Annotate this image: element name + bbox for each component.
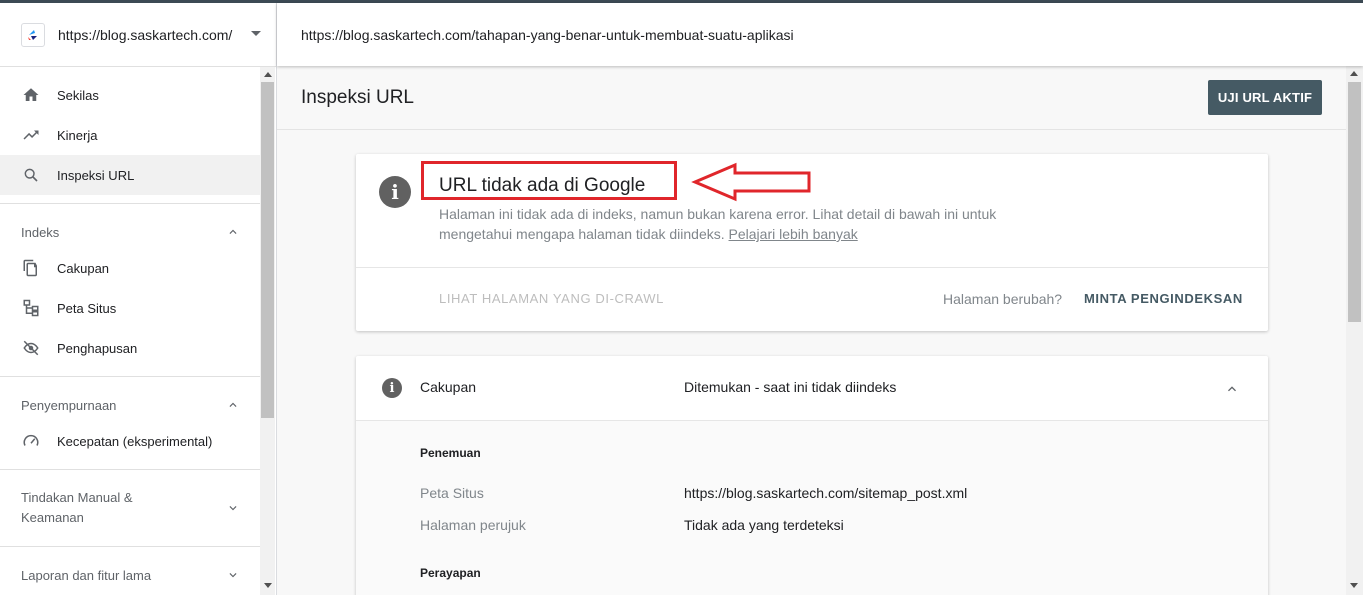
primary-nav: Sekilas Kinerja Inspeksi URL [0, 75, 276, 195]
chevron-down-icon [229, 573, 237, 578]
detail-key: Peta Situs [420, 485, 484, 501]
chevron-down-icon [229, 506, 237, 511]
chevron-up-icon[interactable] [1224, 381, 1240, 397]
coverage-status: Ditemukan - saat ini tidak diindeks [684, 379, 897, 395]
coverage-card: i Cakupan Ditemukan - saat ini tidak dii… [356, 356, 1268, 595]
page-changed-label: Halaman berubah? [943, 291, 1063, 307]
main-content: Inspeksi URL UJI URL AKTIF i URL tidak a… [277, 66, 1346, 595]
scroll-up-arrow-icon[interactable] [264, 72, 272, 77]
nav-label: Peta Situs [57, 300, 117, 316]
crawl-heading: Perayapan [420, 566, 481, 580]
detail-key: Halaman perujuk [420, 517, 526, 533]
section-title: Laporan dan fitur lama [21, 567, 152, 583]
detail-value: Tidak ada yang terdeteksi [684, 517, 844, 533]
coverage-label: Cakupan [420, 379, 477, 395]
sidebar-scrollbar-thumb[interactable] [261, 82, 274, 418]
coverage-header[interactable]: i Cakupan Ditemukan - saat ini tidak dii… [356, 356, 1268, 421]
nav-item-peta-situs[interactable]: Peta Situs [0, 288, 260, 328]
chevron-up-icon [229, 229, 237, 234]
nav-label: Inspeksi URL [57, 167, 135, 183]
sidebar: https://blog.saskartech.com/ Sekilas Kin… [0, 3, 277, 595]
status-description: Halaman ini tidak ada di indeks, namun b… [439, 204, 1019, 244]
nav-item-penghapusan[interactable]: Penghapusan [0, 328, 260, 368]
dropdown-caret-icon[interactable] [251, 31, 261, 36]
inspect-url-bar[interactable]: https://blog.saskartech.com/tahapan-yang… [277, 3, 1363, 66]
nav-item-cakupan[interactable]: Cakupan [0, 248, 260, 288]
divider [356, 267, 1268, 268]
nav-label: Kecepatan (eksperimental) [57, 433, 213, 449]
property-selector[interactable]: https://blog.saskartech.com/ [0, 3, 276, 67]
section-toggle-laporan-lama[interactable]: Laporan dan fitur lama [0, 547, 260, 595]
page-header: Inspeksi URL UJI URL AKTIF [277, 66, 1346, 130]
section-title: Tindakan Manual & Keamanan [21, 490, 133, 525]
request-indexing-button[interactable]: MINTA PENGINDEKSAN [1084, 291, 1243, 306]
nav-item-sekilas[interactable]: Sekilas [0, 75, 260, 115]
search-icon [21, 165, 41, 185]
section-penyempurnaan: Penyempurnaan Kecepatan (eksperimental) [0, 376, 260, 461]
speed-gauge-icon [21, 431, 41, 451]
nav-item-kecepatan[interactable]: Kecepatan (eksperimental) [0, 421, 260, 461]
learn-more-link[interactable]: Pelajari lebih banyak [729, 226, 858, 242]
section-indeks: Indeks Cakupan Peta Situs Penghapusan [0, 203, 260, 368]
status-description-text: Halaman ini tidak ada di indeks, namun b… [439, 206, 997, 242]
status-title: URL tidak ada di Google [439, 175, 646, 196]
home-icon [21, 85, 41, 105]
section-title: Indeks [21, 224, 60, 240]
scroll-up-arrow-icon[interactable] [1350, 71, 1358, 76]
main-scrollbar-thumb[interactable] [1348, 82, 1361, 322]
section-toggle-tindakan-manual[interactable]: Tindakan Manual & Keamanan [0, 470, 260, 546]
nav-item-inspeksi-url[interactable]: Inspeksi URL [0, 155, 260, 195]
sitemap-icon [21, 298, 41, 318]
nav-label: Penghapusan [57, 340, 138, 356]
info-icon: i [379, 176, 411, 208]
eye-off-icon [21, 338, 41, 358]
section-tindakan-manual: Tindakan Manual & Keamanan [0, 469, 260, 546]
view-crawled-page-button[interactable]: LIHAT HALAMAN YANG DI-CRAWL [439, 291, 664, 306]
scroll-down-arrow-icon[interactable] [1350, 583, 1358, 588]
nav-label: Cakupan [57, 260, 110, 276]
section-laporan-lama: Laporan dan fitur lama [0, 546, 260, 595]
nav-item-kinerja[interactable]: Kinerja [0, 115, 260, 155]
section-title: Penyempurnaan [21, 397, 117, 413]
property-logo-icon [21, 22, 45, 47]
annotation-arrow-icon [691, 162, 811, 202]
nav-label: Kinerja [57, 127, 98, 143]
scroll-down-arrow-icon[interactable] [264, 583, 272, 588]
info-icon: i [382, 378, 402, 398]
test-live-url-button[interactable]: UJI URL AKTIF [1208, 80, 1322, 115]
chevron-up-icon [229, 402, 237, 407]
discovery-heading: Penemuan [420, 446, 481, 460]
detail-value: https://blog.saskartech.com/sitemap_post… [684, 485, 968, 501]
property-url: https://blog.saskartech.com/ [58, 26, 233, 43]
inspected-url: https://blog.saskartech.com/tahapan-yang… [301, 26, 794, 43]
trending-up-icon [21, 125, 41, 145]
nav-label: Sekilas [57, 87, 99, 103]
copy-pages-icon [21, 258, 41, 278]
coverage-details: Penemuan Peta Situs https://blog.saskart… [356, 421, 1268, 595]
page-title: Inspeksi URL [301, 87, 414, 108]
